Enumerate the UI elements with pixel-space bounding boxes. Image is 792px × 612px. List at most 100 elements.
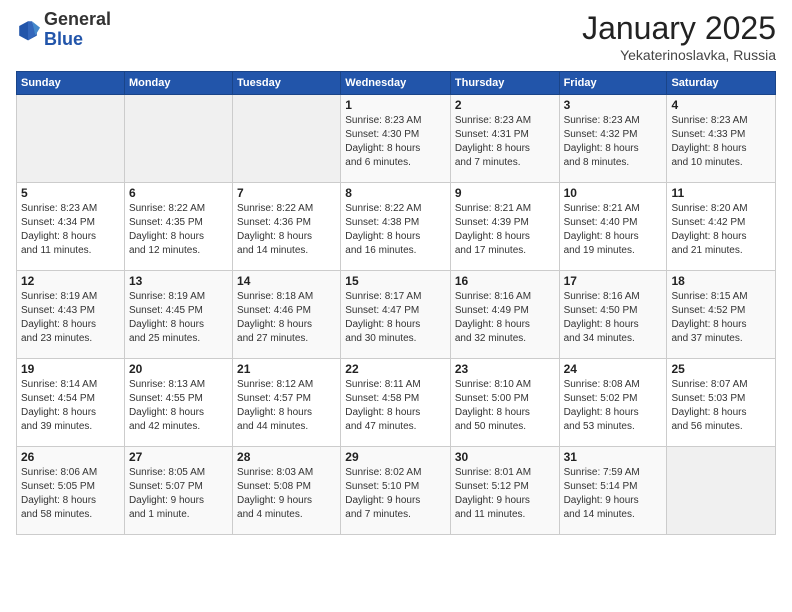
day-cell: 26Sunrise: 8:06 AM Sunset: 5:05 PM Dayli… — [17, 447, 125, 535]
day-number: 26 — [21, 450, 120, 464]
day-cell: 23 Sunrise: 8:10 AM Sunset: 5:00 PM Dayli… — [450, 359, 559, 447]
day-cell: 2Sunrise: 8:23 AM Sunset: 4:31 PM Daylig… — [450, 95, 559, 183]
day-detail: Sunrise: 8:15 AM Sunset: 4:52 PM Dayligh… — [671, 290, 771, 346]
day-detail: Sunrise: 8:21 AM Sunset: 4:40 PM Dayligh… — [564, 202, 663, 258]
day-number: 17 — [564, 274, 663, 288]
day-detail: Sunrise: 8:07 AM Sunset: 5:03 PM Dayligh… — [671, 378, 771, 434]
calendar-body: 1 Sunrise: 8:23 AM Sunset: 4:30 PM Daylig… — [17, 95, 776, 535]
col-saturday: Saturday — [667, 72, 776, 95]
day-cell: 22 Sunrise: 8:11 AM Sunset: 4:58 PM Dayli… — [341, 359, 451, 447]
day-detail: Sunrise: 8:11 AM Sunset: 4:58 PM Dayligh… — [345, 378, 446, 434]
day-cell: 25 Sunrise: 8:07 AM Sunset: 5:03 PM Dayli… — [667, 359, 776, 447]
day-number: 16 — [455, 274, 555, 288]
day-number: 1 — [345, 98, 446, 112]
day-cell: 12 Sunrise: 8:19 AM Sunset: 4:43 PM Dayli… — [17, 271, 125, 359]
logo: General Blue — [16, 10, 111, 50]
day-cell: 27Sunrise: 8:05 AM Sunset: 5:07 PM Dayli… — [124, 447, 232, 535]
day-number: 28 — [237, 450, 336, 464]
col-friday: Friday — [559, 72, 667, 95]
day-cell: 5 Sunrise: 8:23 AM Sunset: 4:34 PM Daylig… — [17, 183, 125, 271]
day-detail: Sunrise: 8:18 AM Sunset: 4:46 PM Dayligh… — [237, 290, 336, 346]
day-number: 22 — [345, 362, 446, 376]
day-number: 18 — [671, 274, 771, 288]
day-number: 30 — [455, 450, 555, 464]
day-cell: 6 Sunrise: 8:22 AM Sunset: 4:35 PM Daylig… — [124, 183, 232, 271]
day-cell: 4Sunrise: 8:23 AM Sunset: 4:33 PM Daylig… — [667, 95, 776, 183]
day-cell: 29Sunrise: 8:02 AM Sunset: 5:10 PM Dayli… — [341, 447, 451, 535]
day-cell — [17, 95, 125, 183]
col-tuesday: Tuesday — [233, 72, 341, 95]
day-detail: Sunrise: 8:01 AM Sunset: 5:12 PM Dayligh… — [455, 466, 555, 522]
day-detail: Sunrise: 8:13 AM Sunset: 4:55 PM Dayligh… — [129, 378, 228, 434]
day-detail: Sunrise: 8:17 AM Sunset: 4:47 PM Dayligh… — [345, 290, 446, 346]
day-detail: Sunrise: 8:19 AM Sunset: 4:43 PM Dayligh… — [21, 290, 120, 346]
logo-text: General Blue — [44, 10, 111, 50]
day-cell: 17Sunrise: 8:16 AM Sunset: 4:50 PM Dayli… — [559, 271, 667, 359]
day-detail: Sunrise: 8:22 AM Sunset: 4:35 PM Dayligh… — [129, 202, 228, 258]
day-number: 31 — [564, 450, 663, 464]
week-row-2: 5 Sunrise: 8:23 AM Sunset: 4:34 PM Daylig… — [17, 183, 776, 271]
day-cell: 14 Sunrise: 8:18 AM Sunset: 4:46 PM Dayli… — [233, 271, 341, 359]
calendar-header: Sunday Monday Tuesday Wednesday Thursday… — [17, 72, 776, 95]
day-cell: 18 Sunrise: 8:15 AM Sunset: 4:52 PM Dayli… — [667, 271, 776, 359]
day-cell: 13Sunrise: 8:19 AM Sunset: 4:45 PM Dayli… — [124, 271, 232, 359]
day-number: 23 — [455, 362, 555, 376]
day-detail: Sunrise: 8:08 AM Sunset: 5:02 PM Dayligh… — [564, 378, 663, 434]
day-cell: 3 Sunrise: 8:23 AM Sunset: 4:32 PM Daylig… — [559, 95, 667, 183]
header-row: Sunday Monday Tuesday Wednesday Thursday… — [17, 72, 776, 95]
day-number: 8 — [345, 186, 446, 200]
day-cell: 9Sunrise: 8:21 AM Sunset: 4:39 PM Daylig… — [450, 183, 559, 271]
day-number: 10 — [564, 186, 663, 200]
day-number: 3 — [564, 98, 663, 112]
day-detail: Sunrise: 8:10 AM Sunset: 5:00 PM Dayligh… — [455, 378, 555, 434]
day-detail: Sunrise: 8:23 AM Sunset: 4:34 PM Dayligh… — [21, 202, 120, 258]
day-number: 7 — [237, 186, 336, 200]
day-number: 13 — [129, 274, 228, 288]
col-wednesday: Wednesday — [341, 72, 451, 95]
day-number: 24 — [564, 362, 663, 376]
day-number: 6 — [129, 186, 228, 200]
day-cell: 31 Sunrise: 7:59 AM Sunset: 5:14 PM Dayli… — [559, 447, 667, 535]
day-detail: Sunrise: 8:05 AM Sunset: 5:07 PM Dayligh… — [129, 466, 228, 522]
day-cell: 16 Sunrise: 8:16 AM Sunset: 4:49 PM Dayli… — [450, 271, 559, 359]
page: General Blue January 2025 Yekaterinoslav… — [0, 0, 792, 612]
day-detail: Sunrise: 8:23 AM Sunset: 4:31 PM Dayligh… — [455, 114, 555, 170]
day-number: 9 — [455, 186, 555, 200]
day-number: 5 — [21, 186, 120, 200]
day-cell — [124, 95, 232, 183]
day-detail: Sunrise: 8:02 AM Sunset: 5:10 PM Dayligh… — [345, 466, 446, 522]
location-subtitle: Yekaterinoslavka, Russia — [582, 47, 776, 63]
day-cell: 1 Sunrise: 8:23 AM Sunset: 4:30 PM Daylig… — [341, 95, 451, 183]
day-cell: 30 Sunrise: 8:01 AM Sunset: 5:12 PM Dayli… — [450, 447, 559, 535]
calendar-table: Sunday Monday Tuesday Wednesday Thursday… — [16, 71, 776, 535]
day-cell: 21 Sunrise: 8:12 AM Sunset: 4:57 PM Dayli… — [233, 359, 341, 447]
week-row-4: 19 Sunrise: 8:14 AM Sunset: 4:54 PM Dayli… — [17, 359, 776, 447]
day-detail: Sunrise: 8:23 AM Sunset: 4:32 PM Dayligh… — [564, 114, 663, 170]
day-number: 20 — [129, 362, 228, 376]
day-detail: Sunrise: 8:23 AM Sunset: 4:30 PM Dayligh… — [345, 114, 446, 170]
day-number: 14 — [237, 274, 336, 288]
day-number: 25 — [671, 362, 771, 376]
col-thursday: Thursday — [450, 72, 559, 95]
day-cell: 11Sunrise: 8:20 AM Sunset: 4:42 PM Dayli… — [667, 183, 776, 271]
day-number: 15 — [345, 274, 446, 288]
day-number: 21 — [237, 362, 336, 376]
day-cell: 28 Sunrise: 8:03 AM Sunset: 5:08 PM Dayli… — [233, 447, 341, 535]
day-cell — [667, 447, 776, 535]
day-number: 11 — [671, 186, 771, 200]
day-cell: 7Sunrise: 8:22 AM Sunset: 4:36 PM Daylig… — [233, 183, 341, 271]
week-row-3: 12 Sunrise: 8:19 AM Sunset: 4:43 PM Dayli… — [17, 271, 776, 359]
day-detail: Sunrise: 8:12 AM Sunset: 4:57 PM Dayligh… — [237, 378, 336, 434]
day-detail: Sunrise: 8:03 AM Sunset: 5:08 PM Dayligh… — [237, 466, 336, 522]
week-row-1: 1 Sunrise: 8:23 AM Sunset: 4:30 PM Daylig… — [17, 95, 776, 183]
title-block: January 2025 Yekaterinoslavka, Russia — [582, 10, 776, 63]
week-row-5: 26Sunrise: 8:06 AM Sunset: 5:05 PM Dayli… — [17, 447, 776, 535]
day-number: 12 — [21, 274, 120, 288]
day-detail: Sunrise: 8:16 AM Sunset: 4:49 PM Dayligh… — [455, 290, 555, 346]
day-number: 19 — [21, 362, 120, 376]
month-title: January 2025 — [582, 10, 776, 47]
day-detail: Sunrise: 7:59 AM Sunset: 5:14 PM Dayligh… — [564, 466, 663, 522]
logo-icon — [16, 18, 40, 42]
day-detail: Sunrise: 8:14 AM Sunset: 4:54 PM Dayligh… — [21, 378, 120, 434]
day-cell: 24 Sunrise: 8:08 AM Sunset: 5:02 PM Dayli… — [559, 359, 667, 447]
